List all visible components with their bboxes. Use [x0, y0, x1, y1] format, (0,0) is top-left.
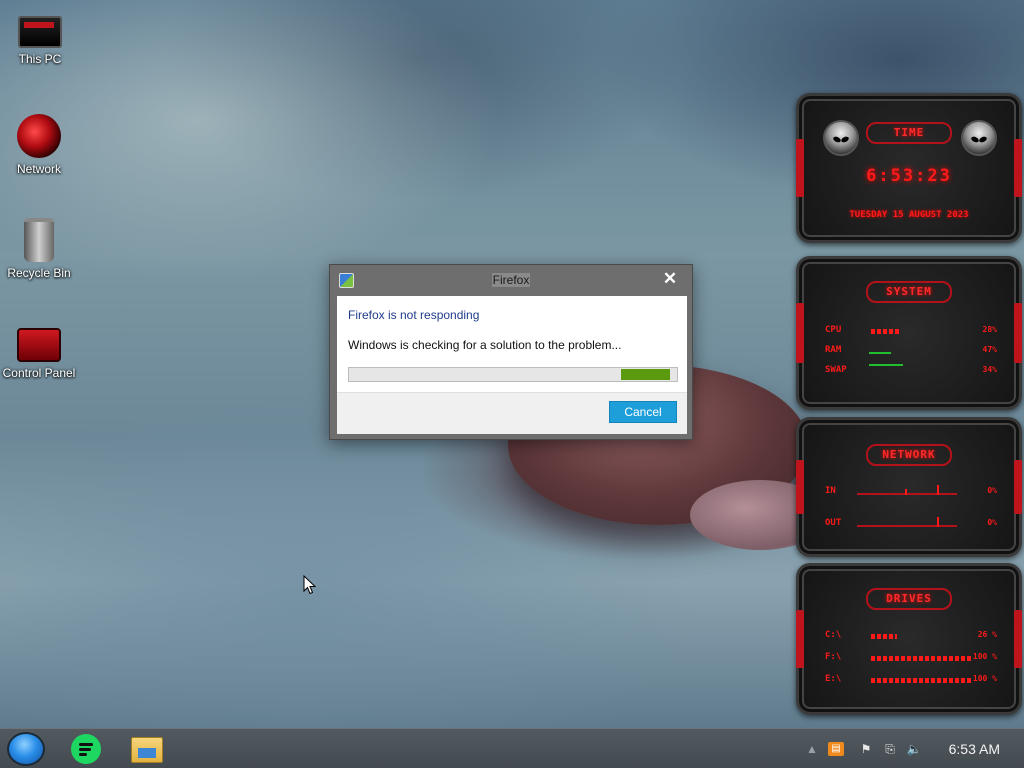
desktop-icon-recycle-bin[interactable]: Recycle Bin [0, 218, 78, 280]
recycle-bin-icon [24, 218, 54, 262]
gadget-row-label: CPU [825, 325, 842, 335]
gadget-row-label: IN [825, 486, 836, 496]
gadget-row-value: 34% [982, 365, 997, 374]
dialog-title-text: Firefox [491, 273, 531, 287]
volume-icon[interactable]: 🔈 [906, 742, 922, 756]
gadget-row-label: SWAP [825, 365, 847, 375]
network-gadget[interactable]: NETWORK IN 0% OUT 0% [796, 417, 1022, 557]
alien-head-icon [961, 120, 997, 156]
chevron-up-icon[interactable]: ▲ [804, 742, 820, 756]
gadget-row-label: E:\ [825, 674, 842, 684]
dialog-footer: Cancel [337, 392, 687, 434]
gadget-clock: 6:53:23 [866, 166, 952, 186]
network-graph-spike [905, 489, 907, 495]
file-explorer-taskbar-button[interactable] [131, 737, 163, 763]
network-out-graph [857, 525, 957, 527]
gadget-row-value: 0% [987, 518, 997, 527]
desktop-icon-control-panel[interactable]: Control Panel [0, 322, 78, 380]
gadget-row-label: F:\ [825, 652, 842, 662]
spotify-icon [79, 753, 87, 756]
gadget-row-in: IN 0% [825, 485, 997, 500]
dialog-message: Windows is checking for a solution to th… [348, 338, 622, 352]
gadget-row-label: OUT [825, 518, 842, 528]
network-graph-spike [937, 485, 939, 495]
taskbar-clock[interactable]: 6:53 AM [949, 741, 1000, 757]
gadget-row-cpu: CPU 28% [825, 325, 997, 339]
gadget-row-drive-e: E:\ 100 % [825, 674, 997, 688]
gadget-row-drive-c: C:\ 26 % [825, 630, 997, 644]
action-center-flag-icon[interactable]: ⚑ [858, 742, 874, 756]
gadget-row-value: 100 % [972, 674, 997, 683]
network-icon [17, 114, 61, 158]
network-graph-spike [937, 517, 939, 527]
desktop-icon-label: Recycle Bin [7, 266, 71, 280]
gadget-row-value: 26 % [977, 630, 997, 639]
spotify-taskbar-button[interactable] [71, 734, 101, 764]
gadget-row-value: 47% [982, 345, 997, 354]
orange-app-icon[interactable]: ▤ [828, 742, 844, 756]
gadget-row-out: OUT 0% [825, 517, 997, 532]
drive-f-usage-bar [871, 656, 971, 661]
control-panel-icon [17, 328, 61, 362]
network-tray-icon[interactable]: ⎘ [882, 742, 898, 756]
gadget-title: DRIVES [866, 588, 952, 610]
taskbar: ▲ ▤ ⚑ ⎘ 🔈 6:53 AM [0, 728, 1024, 768]
ram-graph-line [869, 352, 891, 354]
gadget-date: TUESDAY 15 AUGUST 2023 [849, 210, 969, 220]
gadget-row-value: 28% [982, 325, 997, 334]
progress-indicator [621, 369, 670, 380]
mouse-cursor-icon [303, 575, 317, 595]
dialog-heading: Firefox is not responding [348, 308, 480, 322]
gadget-row-ram: RAM 47% [825, 345, 997, 359]
dialog-body: Firefox is not responding Windows is che… [337, 296, 687, 434]
system-gadget[interactable]: SYSTEM CPU 28% RAM 47% SWAP 34% [796, 256, 1022, 410]
start-button[interactable] [7, 732, 45, 766]
cpu-usage-bar [871, 329, 899, 334]
drive-e-usage-bar [871, 678, 971, 683]
not-responding-dialog: Firefox ✕ Firefox is not responding Wind… [329, 264, 693, 440]
gadget-row-drive-f: F:\ 100 % [825, 652, 997, 666]
desktop-icon-label: Control Panel [2, 366, 76, 380]
desktop-icon-label: Network [16, 162, 61, 176]
dialog-title: Firefox [330, 273, 692, 287]
gadget-row-label: RAM [825, 345, 842, 355]
network-in-graph [857, 493, 957, 495]
desktop-icon-this-pc[interactable]: This PC [1, 8, 79, 66]
close-button[interactable]: ✕ [656, 268, 684, 290]
swap-graph-line [869, 364, 903, 366]
gadget-title: TIME [866, 122, 952, 144]
dialog-titlebar[interactable]: Firefox ✕ [330, 265, 692, 296]
gadget-row-value: 100 % [972, 652, 997, 661]
time-gadget[interactable]: TIME 6:53:23 TUESDAY 15 AUGUST 2023 [796, 93, 1022, 243]
gadget-row-swap: SWAP 34% [825, 364, 997, 379]
desktop-icon-network[interactable]: Network [0, 114, 78, 176]
drive-c-usage-bar [871, 634, 897, 639]
gadget-title: NETWORK [866, 444, 952, 466]
gadget-title: SYSTEM [866, 281, 952, 303]
cancel-button[interactable]: Cancel [609, 401, 677, 423]
spotify-icon [79, 748, 91, 751]
drives-gadget[interactable]: DRIVES C:\ 26 % F:\ 100 % E:\ 100 % [796, 563, 1022, 715]
progress-bar [348, 367, 678, 382]
gadget-row-value: 0% [987, 486, 997, 495]
computer-icon [18, 16, 62, 48]
spotify-icon [79, 743, 93, 746]
desktop-icon-label: This PC [18, 52, 62, 66]
gadget-row-label: C:\ [825, 630, 842, 640]
alien-head-icon [823, 120, 859, 156]
